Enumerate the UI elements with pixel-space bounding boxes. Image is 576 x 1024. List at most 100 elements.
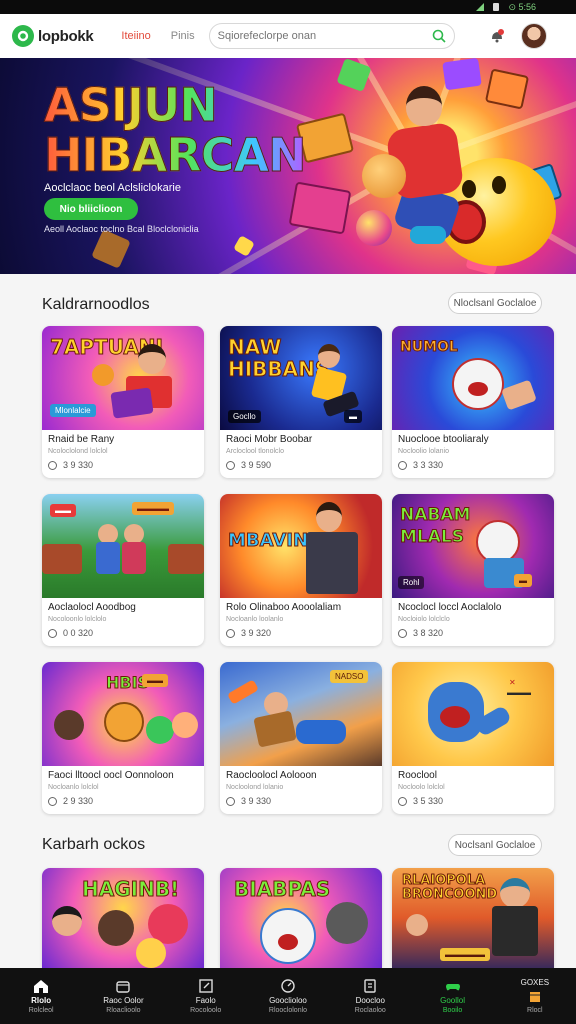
see-all-button[interactable]: Noclsanl Goclaloe <box>448 834 542 856</box>
game-card[interactable]: ✕ ▬▬▬ Rooclool Nocloolo lolclol 3 5 330 <box>392 662 554 814</box>
card-subtitle: Nocloolo lolclol <box>398 784 445 791</box>
card-stat: 0 0 320 <box>48 628 93 638</box>
clock-icon <box>398 796 407 806</box>
game-card[interactable]: NADSO Raocloolocl Aolooon Nocloolond lol… <box>220 662 382 814</box>
nav-link-2[interactable]: Pinis <box>171 30 195 42</box>
game-thumbnail: NUMOL <box>392 326 554 430</box>
status-time: ⊙ 5:56 <box>508 1 536 12</box>
see-all-button[interactable]: Nloclsanl Goclaloe <box>448 292 542 314</box>
hero-cta-button[interactable]: Nio bliiclioon <box>44 198 138 220</box>
game-card[interactable]: MBAVINS Rolo Olinaboo Aooolaliam Nocloan… <box>220 494 382 646</box>
game-card[interactable]: ▬▬ ▬▬▬▬ Aoclaolocl Aoodbog Nocoloonlo lo… <box>42 494 204 646</box>
card-title: Raocloolocl Aolooon <box>226 770 317 781</box>
game-card[interactable]: RLAIOPOLA BRONCOOND ▬▬▬▬▬ <box>392 868 554 968</box>
card-stat: 3 9 330 <box>226 796 271 806</box>
game-thumbnail: BIABPAS <box>220 868 382 968</box>
edit-icon <box>199 979 213 993</box>
card-stat: 3 9 590 <box>226 460 271 470</box>
notification-icon[interactable] <box>489 28 505 44</box>
clock-icon <box>398 460 407 470</box>
card-subtitle: Nocoloonlo lolclolo <box>48 616 107 623</box>
gamepad-icon <box>445 984 460 991</box>
clock-icon <box>226 796 235 806</box>
logo-icon <box>12 25 34 47</box>
hero-subtitle: Aoclclaoc beol Aclsliclokarie <box>44 182 181 194</box>
home-icon <box>34 980 49 993</box>
clock-icon <box>48 460 57 470</box>
card-subtitle: Nocloanlo loolanlo <box>226 616 284 623</box>
game-thumbnail: HAGINB! <box>42 868 204 968</box>
card-title: Rooclool <box>398 770 437 781</box>
game-thumbnail: NABAM MLALS Rohl ▬ <box>392 494 554 598</box>
game-thumbnail: NAW HIBBANS Gocllo ▬ <box>220 326 382 430</box>
search-input[interactable] <box>217 30 432 42</box>
game-thumbnail: 7APTUANI Mlonlalcie <box>42 326 204 430</box>
game-thumbnail: RLAIOPOLA BRONCOOND ▬▬▬▬▬ <box>392 868 554 968</box>
card-title: Raoci Mobr Boobar <box>226 434 313 445</box>
avatar[interactable] <box>520 23 547 49</box>
doc-icon <box>364 979 376 993</box>
nav-link-1[interactable]: Iteiino <box>121 30 150 42</box>
card-stat: 3 9 330 <box>48 460 93 470</box>
section-title: Kaldrarnoodlos <box>42 296 150 313</box>
card-title: Faoci lltoocl oocl Oonnoloon <box>48 770 174 781</box>
tab-edit[interactable]: Faolo Rocoloolo <box>165 968 247 1024</box>
floating-block-icon <box>288 181 352 235</box>
game-card[interactable]: NUMOL Nuoclooe btooliaraly Nocloolio lol… <box>392 326 554 478</box>
logo[interactable]: lopbokk <box>12 25 94 47</box>
signal-icon <box>476 3 485 11</box>
card-stat: 2 9 330 <box>48 796 93 806</box>
box-icon <box>529 992 540 1002</box>
tab-games[interactable]: Goollol Booilo <box>411 968 493 1024</box>
game-card[interactable]: 7APTUANI Mlonlalcie Rnaid be Rany Ncoloc… <box>42 326 204 478</box>
game-thumbnail: MBAVINS <box>220 494 382 598</box>
floating-block-icon <box>91 229 131 269</box>
bottom-tab-bar: Rlolo Rolcleol Raoc Oolor Rloaclioolo Fa… <box>0 968 576 1024</box>
game-card[interactable]: HBIS ▬▬ Faoci lltoocl oocl Oonnoloon Noc… <box>42 662 204 814</box>
clock-icon <box>398 628 407 638</box>
search-icon[interactable] <box>432 29 446 43</box>
store-icon <box>116 981 131 993</box>
tab-store[interactable]: Raoc Oolor Rloaclioolo <box>82 968 164 1024</box>
card-subtitle: Nocloolond lolanio <box>226 784 284 791</box>
tab-search[interactable]: Gooclioloo Rlooclolonlo <box>247 968 329 1024</box>
hero-banner[interactable]: ASIJUN HIBARCAN Aoclclaoc beol Aclsliclo… <box>0 58 576 274</box>
card-subtitle: Nocloanlo lolclol <box>48 784 99 791</box>
card-subtitle: Arcloclool tlonolclo <box>226 448 284 455</box>
clock-icon <box>48 628 57 638</box>
card-subtitle: Nocloiolo lolclclo <box>398 616 450 623</box>
card-title: Nuoclooe btooliaraly <box>398 434 489 445</box>
battery-icon <box>492 3 500 11</box>
card-subtitle: Nocloolio lolanio <box>398 448 449 455</box>
card-stat: 3 8 320 <box>398 628 443 638</box>
status-bar: ⊙ 5:56 <box>0 0 576 14</box>
game-thumbnail: HBIS ▬▬ <box>42 662 204 766</box>
search-bar[interactable] <box>208 23 455 49</box>
game-card[interactable]: NAW HIBBANS Gocllo ▬ Raoci Mobr Boobar A… <box>220 326 382 478</box>
clock-icon <box>48 796 57 806</box>
game-card[interactable]: NABAM MLALS Rohl ▬ Ncoclocl loccl Aoclal… <box>392 494 554 646</box>
card-title: Ncoclocl loccl Aoclalolo <box>398 602 502 613</box>
orange-mascot <box>362 154 406 198</box>
hero-note: Aeoll Aoclaoc toclno Bcal Bloclcloniclia <box>44 224 199 234</box>
game-thumbnail: ✕ ▬▬▬ <box>392 662 554 766</box>
tab-doc[interactable]: Doocloo Roclaoloo <box>329 968 411 1024</box>
card-title: Aoclaolocl Aoodbog <box>48 602 136 613</box>
top-header: lopbokk Iteiino Pinis <box>0 14 576 58</box>
tab-boxes[interactable]: GOXES Rlocl <box>494 968 576 1024</box>
game-thumbnail: NADSO <box>220 662 382 766</box>
main-content: Kaldrarnoodlos Nloclsanl Goclaloe 7APTUA… <box>0 274 576 968</box>
section-title: Karbarh ockos <box>42 836 146 853</box>
game-card[interactable]: HAGINB! <box>42 868 204 968</box>
card-title: Rnaid be Rany <box>48 434 115 445</box>
hero-title: ASIJUN HIBARCAN <box>44 78 308 182</box>
search-icon <box>281 979 295 993</box>
clock-icon <box>226 628 235 638</box>
game-thumbnail: ▬▬ ▬▬▬▬ <box>42 494 204 598</box>
logo-text: lopbokk <box>38 27 94 45</box>
card-stat: 3 9 320 <box>226 628 271 638</box>
card-title: Rolo Olinaboo Aooolaliam <box>226 602 342 613</box>
game-card[interactable]: BIABPAS <box>220 868 382 968</box>
card-stat: 3 3 330 <box>398 460 443 470</box>
tab-home[interactable]: Rlolo Rolcleol <box>0 968 82 1024</box>
